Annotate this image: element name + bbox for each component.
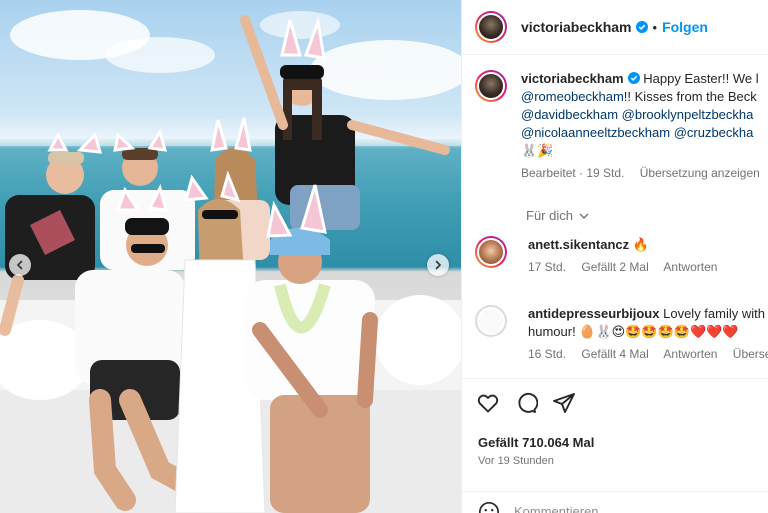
chevron-left-icon — [16, 260, 23, 270]
caption-meta: Bearbeitet · 19 Std. Übersetzung anzeige… — [521, 166, 768, 180]
comment-body: antidepresseurbijoux Lovely family with … — [528, 305, 768, 361]
author-info: victoriabeckham • Folgen — [521, 19, 708, 35]
post-photo[interactable] — [0, 0, 461, 513]
edited-timestamp: Bearbeitet · 19 Std. — [521, 166, 625, 180]
author-username[interactable]: victoriabeckham — [521, 19, 632, 35]
previous-photo-button[interactable] — [9, 254, 31, 276]
comment-item: antidepresseurbijoux Lovely family with … — [475, 305, 768, 361]
share-button[interactable] — [552, 391, 576, 415]
post-timestamp[interactable]: Vor 19 Stunden — [478, 455, 554, 467]
mention-link[interactable]: @romeobeckham — [521, 89, 624, 104]
next-photo-button[interactable] — [427, 254, 449, 276]
comment-text: 🔥 — [632, 237, 649, 252]
commenter-avatar[interactable] — [475, 305, 507, 337]
comment-body: anett.sikentancz 🔥 17 Std. Gefällt 2 Mal… — [528, 236, 729, 274]
caption-text-2: !! Kisses from the Beck — [623, 89, 757, 104]
comment-text-line: antidepresseurbijoux Lovely family with — [528, 305, 768, 323]
comment-time: 16 Std. — [528, 347, 567, 361]
comment-likes[interactable]: Gefällt 4 Mal — [581, 347, 648, 361]
commenter-username[interactable]: antidepresseurbijoux — [528, 306, 659, 321]
caption-emoji: 🐰🎉 — [521, 143, 554, 158]
comment-likes[interactable]: Gefällt 2 Mal — [581, 260, 648, 274]
caption-line-1: victoriabeckham Happy Easter!! We l — [521, 70, 768, 88]
author-avatar[interactable] — [475, 11, 507, 43]
chevron-right-icon — [435, 260, 442, 270]
share-icon — [553, 393, 575, 413]
comment-meta: 16 Std. Gefällt 4 Mal Antworten Übersetz… — [528, 347, 768, 361]
like-count[interactable]: Gefällt 710.064 Mal — [478, 435, 594, 450]
comment-text-line: anett.sikentancz 🔥 — [528, 236, 729, 254]
comment-input[interactable] — [514, 504, 734, 513]
comment-button[interactable] — [514, 391, 538, 415]
post-actions: Gefällt 710.064 Mal Vor 19 Stunden — [462, 378, 768, 513]
mention-link[interactable]: @davidbeckham — [521, 107, 618, 122]
action-icons — [462, 379, 768, 415]
comment-text-line-2: humour! 🥚🐰😍🤩🤩🤩🤩❤️❤️❤️ — [528, 324, 739, 339]
see-translation-link[interactable]: Übersetzung anzeigen — [640, 166, 760, 180]
caption-body: victoriabeckham Happy Easter!! We l @rom… — [521, 70, 768, 180]
comment-time: 17 Std. — [528, 260, 567, 274]
caption-username[interactable]: victoriabeckham — [521, 71, 624, 86]
commenter-username[interactable]: anett.sikentancz — [528, 237, 629, 252]
comment-item: anett.sikentancz 🔥 17 Std. Gefällt 2 Mal… — [475, 236, 768, 274]
see-translation-link[interactable]: Übersetzu — [733, 347, 768, 361]
reply-button[interactable]: Antworten — [663, 260, 717, 274]
emoji-icon[interactable] — [478, 501, 500, 513]
comment-icon — [518, 392, 538, 413]
mention-link[interactable]: @nicolaanneeltzbeckham — [521, 125, 670, 140]
caption-line-2: @romeobeckham!! Kisses from the Beck — [521, 88, 768, 106]
follow-button[interactable]: Folgen — [662, 19, 708, 35]
caption-line-4: @nicolaanneeltzbeckham @cruzbeckha — [521, 124, 768, 142]
post-header: victoriabeckham • Folgen — [462, 0, 768, 55]
comment-composer — [462, 491, 768, 513]
verified-icon — [635, 21, 648, 33]
comment-filter-dropdown[interactable]: Für dich — [526, 208, 590, 223]
like-button[interactable] — [476, 391, 500, 415]
caption-line-3: @davidbeckham @brooklynpeltzbeckha — [521, 106, 768, 124]
mention-link[interactable]: @brooklynpeltzbeckha — [622, 107, 754, 122]
comment-text: Lovely family with — [663, 306, 765, 321]
comment-filter-label: Für dich — [526, 208, 573, 223]
chevron-down-icon — [579, 213, 589, 219]
caption-avatar[interactable] — [475, 70, 507, 102]
separator-dot: • — [652, 19, 658, 35]
photo-illustration — [0, 10, 461, 513]
caption-text-1: Happy Easter!! We l — [643, 71, 759, 86]
verified-icon — [627, 72, 640, 84]
commenter-avatar[interactable] — [475, 236, 507, 268]
heart-icon — [477, 394, 499, 413]
comment-meta: 17 Std. Gefällt 2 Mal Antworten — [528, 260, 729, 274]
mention-link[interactable]: @cruzbeckha — [674, 125, 754, 140]
reply-button[interactable]: Antworten — [663, 347, 717, 361]
post-caption: victoriabeckham Happy Easter!! We l @rom… — [475, 70, 768, 180]
post-sidebar: victoriabeckham • Folgen victoriabeckham… — [461, 0, 768, 513]
